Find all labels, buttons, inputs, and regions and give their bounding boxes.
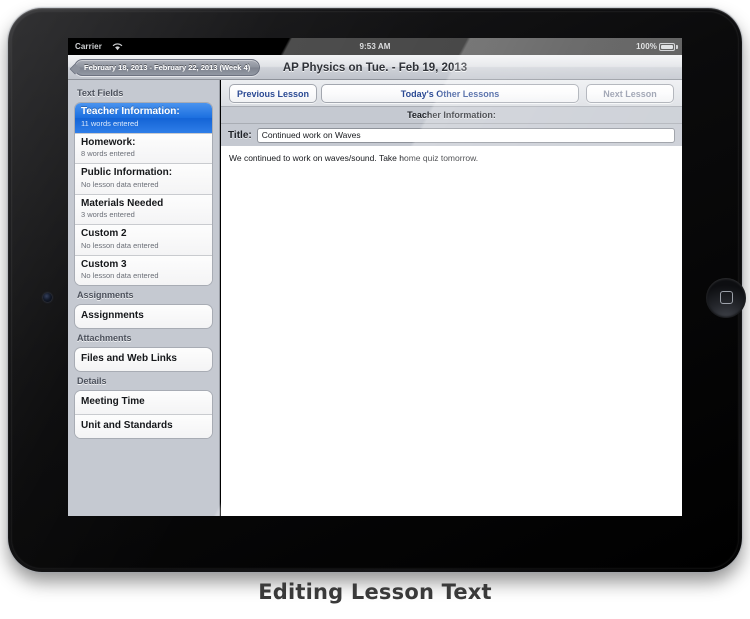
sidebar-group: Teacher Information: 11 words entered Home… [74, 102, 213, 286]
ipad-device: Carrier 9:53 AM 100% February 18, 2013 -… [8, 8, 746, 572]
sidebar-item-label: Homework: [81, 136, 136, 148]
title-label: Title: [228, 129, 252, 141]
figure-caption: Editing Lesson Text [258, 580, 492, 604]
sidebar-item-status: No lesson data entered [81, 271, 159, 280]
status-bar: Carrier 9:53 AM 100% [68, 38, 682, 55]
title-row: Title: Continued work on Waves [221, 124, 682, 146]
ipad-screen: Carrier 9:53 AM 100% February 18, 2013 -… [68, 38, 682, 516]
sidebar-item-label: Meeting Time [81, 396, 145, 407]
sidebar-item-status: No lesson data entered [81, 240, 159, 250]
previous-lesson-button[interactable]: Previous Lesson [229, 84, 317, 103]
detail-pane: Previous Lesson Today's Other Lessons Ne… [221, 80, 682, 516]
sidebar-group: Assignments [74, 304, 213, 329]
sidebar-item-label: Files and Web Links [81, 353, 177, 364]
sidebar-section-header: Text Fields [77, 88, 124, 98]
sidebar-item-status: No lesson data entered [81, 179, 159, 189]
sidebar-item-label: Materials Needed [81, 197, 164, 209]
sidebar-item-materials-needed[interactable]: Materials Needed 3 words entered [75, 194, 212, 225]
sidebar-item-label: Custom 2 [81, 228, 127, 239]
sidebar-section-header: Attachments [77, 333, 132, 343]
sidebar[interactable]: Text Fields Teacher Information: 11 words … [68, 80, 220, 516]
sidebar-item-public-information[interactable]: Public Information: No lesson data entere… [75, 164, 212, 195]
battery-percent-label: 100% [636, 42, 657, 51]
detail-toolbar: Previous Lesson Today's Other Lessons Ne… [221, 80, 682, 107]
todays-other-lessons-button[interactable]: Today's Other Lessons [321, 84, 579, 103]
split-view: Text Fields Teacher Information: 11 words … [68, 80, 682, 516]
sidebar-item-unit-and-standards[interactable]: Unit and Standards [75, 415, 212, 438]
lesson-body-text: We continued to work on waves/sound. Tak… [229, 153, 479, 163]
navigation-bar: February 18, 2013 - February 22, 2013 (W… [68, 55, 682, 80]
sidebar-group: Meeting Time Unit and Standards [74, 390, 213, 439]
sidebar-item-homework[interactable]: Homework: 8 words entered [75, 133, 212, 164]
sidebar-item-label: Public Information: [81, 167, 173, 178]
sidebar-item-files-and-web-links[interactable]: Files and Web Links [75, 348, 212, 371]
battery-nub-icon [676, 45, 678, 49]
sidebar-item-label: Custom 3 [81, 258, 127, 270]
sidebar-item-label: Teacher Information: [81, 106, 180, 117]
next-lesson-button[interactable]: Next Lesson [586, 84, 674, 103]
screenshot-stage: Carrier 9:53 AM 100% February 18, 2013 -… [0, 0, 750, 619]
title-input[interactable]: Continued work on Waves [256, 127, 675, 143]
field-header: Teacher Information: [221, 107, 682, 124]
sidebar-item-label: Assignments [81, 310, 144, 321]
sidebar-item-custom-3[interactable]: Custom 3 No lesson data entered [75, 255, 212, 285]
front-camera-icon [43, 293, 52, 302]
sidebar-section-header: Details [77, 376, 107, 386]
sidebar-item-status: 3 words entered [81, 210, 135, 219]
home-button[interactable] [706, 278, 746, 318]
sidebar-item-teacher-information[interactable]: Teacher Information: 11 words entered [75, 103, 212, 134]
sidebar-item-custom-2[interactable]: Custom 2 No lesson data entered [75, 225, 212, 256]
sidebar-item-label: Unit and Standards [81, 420, 173, 431]
sidebar-group: Files and Web Links [74, 347, 213, 372]
battery-icon [659, 42, 675, 51]
page-title: AP Physics on Tue. - Feb 19, 2013 [282, 61, 468, 74]
lesson-text-editor[interactable]: We continued to work on waves/sound. Tak… [221, 146, 682, 516]
sidebar-item-assignments[interactable]: Assignments [75, 305, 212, 328]
home-square-icon [720, 291, 733, 304]
sidebar-section-header: Assignments [77, 290, 134, 300]
sidebar-item-status: 11 words entered [81, 118, 139, 128]
sidebar-item-meeting-time[interactable]: Meeting Time [75, 391, 212, 415]
status-time: 9:53 AM [359, 42, 391, 51]
sidebar-item-status: 8 words entered [81, 149, 135, 158]
